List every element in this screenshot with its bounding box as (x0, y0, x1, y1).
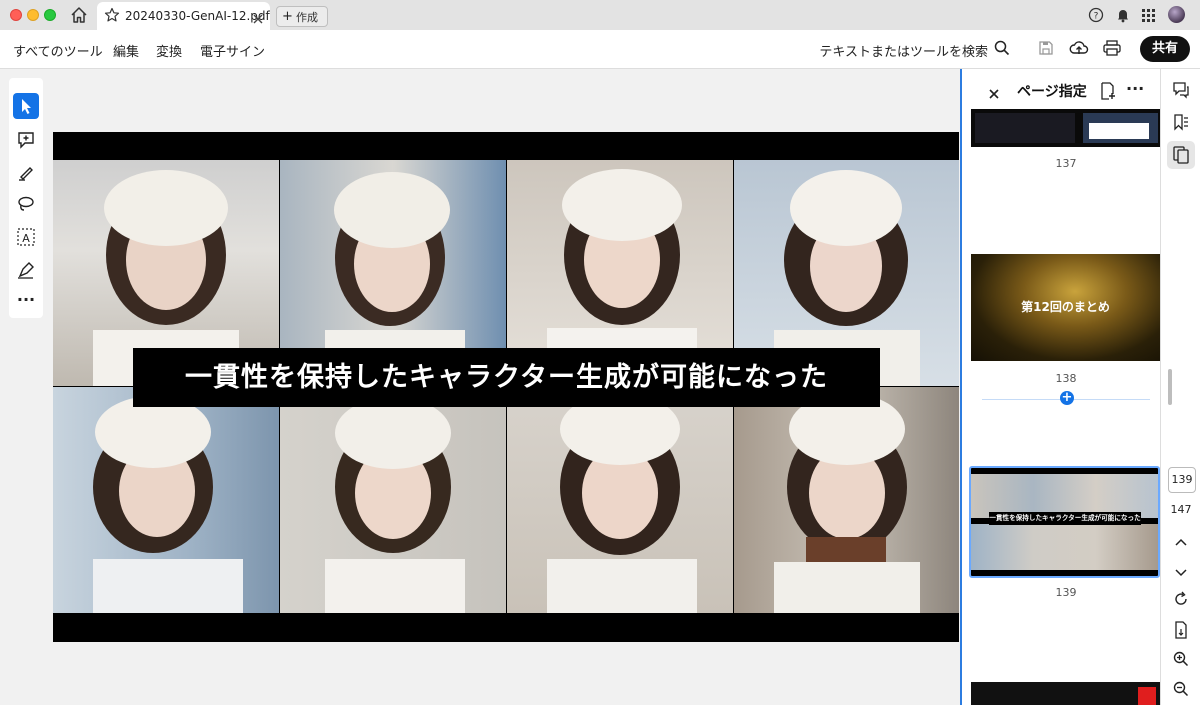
apps-grid-icon[interactable] (1142, 8, 1156, 27)
plus-icon: + (282, 9, 293, 24)
panel-scrollbar[interactable] (1168, 369, 1172, 405)
thumbnail-label-137: 137 (1055, 157, 1077, 170)
menu-edit[interactable]: 編集 (113, 41, 139, 60)
home-icon[interactable] (68, 5, 90, 25)
thumbnail-139-caption: 一貫性を保持したキャラクター生成が可能になった (989, 512, 1141, 525)
window-zoom-button[interactable] (44, 9, 56, 21)
sign-tool-button[interactable] (13, 257, 39, 283)
thumbnail-label-139: 139 (1055, 586, 1077, 599)
cloud-upload-icon[interactable] (1069, 39, 1089, 61)
thumbnail-page-138[interactable]: 第12回のまとめ (971, 254, 1160, 361)
photo-7 (507, 387, 733, 613)
title-bar: 20240330-GenAI-12.pdf + 作成 ? (0, 0, 1200, 31)
highlight-pen-button[interactable] (13, 159, 39, 185)
avatar[interactable] (1168, 6, 1185, 23)
tab-title: 20240330-GenAI-12.pdf (125, 9, 270, 23)
photo-8 (734, 387, 959, 613)
zoom-out-icon[interactable] (1173, 681, 1189, 701)
adobe-logo-icon (1138, 687, 1156, 705)
panel-title: ページ指定 (1017, 84, 1087, 100)
add-comment-button[interactable] (13, 127, 39, 153)
right-rail: 139 147 (1160, 69, 1200, 705)
thumbnail-138-text: 第12回のまとめ (1021, 300, 1110, 314)
search-label[interactable]: テキストまたはツールを検索 (819, 41, 988, 60)
page-fit-icon[interactable] (1173, 621, 1189, 643)
thumbnail-page-137[interactable] (971, 109, 1160, 147)
menu-all-tools[interactable]: すべてのツール (13, 41, 103, 60)
zoom-in-icon[interactable] (1173, 651, 1189, 671)
rotate-icon[interactable] (1173, 591, 1189, 611)
window-minimize-button[interactable] (27, 9, 39, 21)
svg-text:?: ? (1094, 12, 1099, 22)
select-tool-button[interactable] (13, 93, 39, 119)
help-icon[interactable]: ? (1088, 7, 1104, 27)
save-icon[interactable] (1038, 40, 1054, 60)
window-close-button[interactable] (10, 9, 22, 21)
share-button[interactable]: 共有 (1140, 36, 1190, 62)
print-icon[interactable] (1103, 40, 1121, 60)
bell-icon[interactable] (1115, 7, 1131, 27)
thumbnail-page-139[interactable]: 一貫性を保持したキャラクター生成が可能になった (969, 466, 1160, 578)
more-tools-icon[interactable]: ··· (13, 290, 39, 316)
menu-e-sign[interactable]: 電子サイン (200, 41, 265, 60)
document-tab[interactable]: 20240330-GenAI-12.pdf (97, 2, 270, 30)
total-pages: 147 (1170, 503, 1192, 516)
new-tab-button[interactable]: + 作成 (276, 6, 328, 27)
page-thumbnail-panel: ページ指定 ··· 137 第12回のまとめ 138 + 一貫性を保持したキャラ… (960, 69, 1162, 705)
close-panel-icon[interactable] (988, 85, 1000, 104)
page-up-icon[interactable] (1174, 532, 1188, 551)
tool-rail: A ··· (9, 78, 43, 318)
page-down-icon[interactable] (1174, 563, 1188, 582)
menu-convert[interactable]: 変換 (156, 41, 182, 60)
pdf-page-slide: 一貫性を保持したキャラクター生成が可能になった (53, 132, 959, 642)
search-icon[interactable] (994, 40, 1010, 60)
lasso-draw-button[interactable] (13, 191, 39, 217)
bookmarks-icon[interactable] (1172, 113, 1190, 135)
close-icon[interactable] (252, 10, 264, 29)
insert-page-icon[interactable] (1100, 82, 1116, 104)
document-view[interactable]: 一貫性を保持したキャラクター生成が可能になった (0, 69, 960, 705)
panel-more-icon[interactable]: ··· (1126, 79, 1144, 98)
thumbnail-label-138: 138 (1055, 372, 1077, 385)
photo-5 (53, 387, 279, 613)
slide-caption: 一貫性を保持したキャラクター生成が可能になった (133, 348, 880, 407)
new-tab-label: 作成 (296, 11, 318, 24)
menu-bar: すべてのツール 編集 変換 電子サイン テキストまたはツールを検索 共有 (0, 30, 1200, 69)
current-page-input[interactable]: 139 (1168, 467, 1196, 493)
star-icon[interactable] (104, 7, 120, 27)
insert-page-plus-icon[interactable]: + (1060, 391, 1074, 405)
comments-icon[interactable] (1172, 81, 1190, 103)
pages-panel-button[interactable] (1167, 141, 1195, 169)
svg-text:A: A (22, 232, 30, 245)
photo-6 (280, 387, 506, 613)
thumbnail-page-next[interactable] (971, 682, 1160, 705)
text-box-button[interactable]: A (13, 224, 39, 250)
